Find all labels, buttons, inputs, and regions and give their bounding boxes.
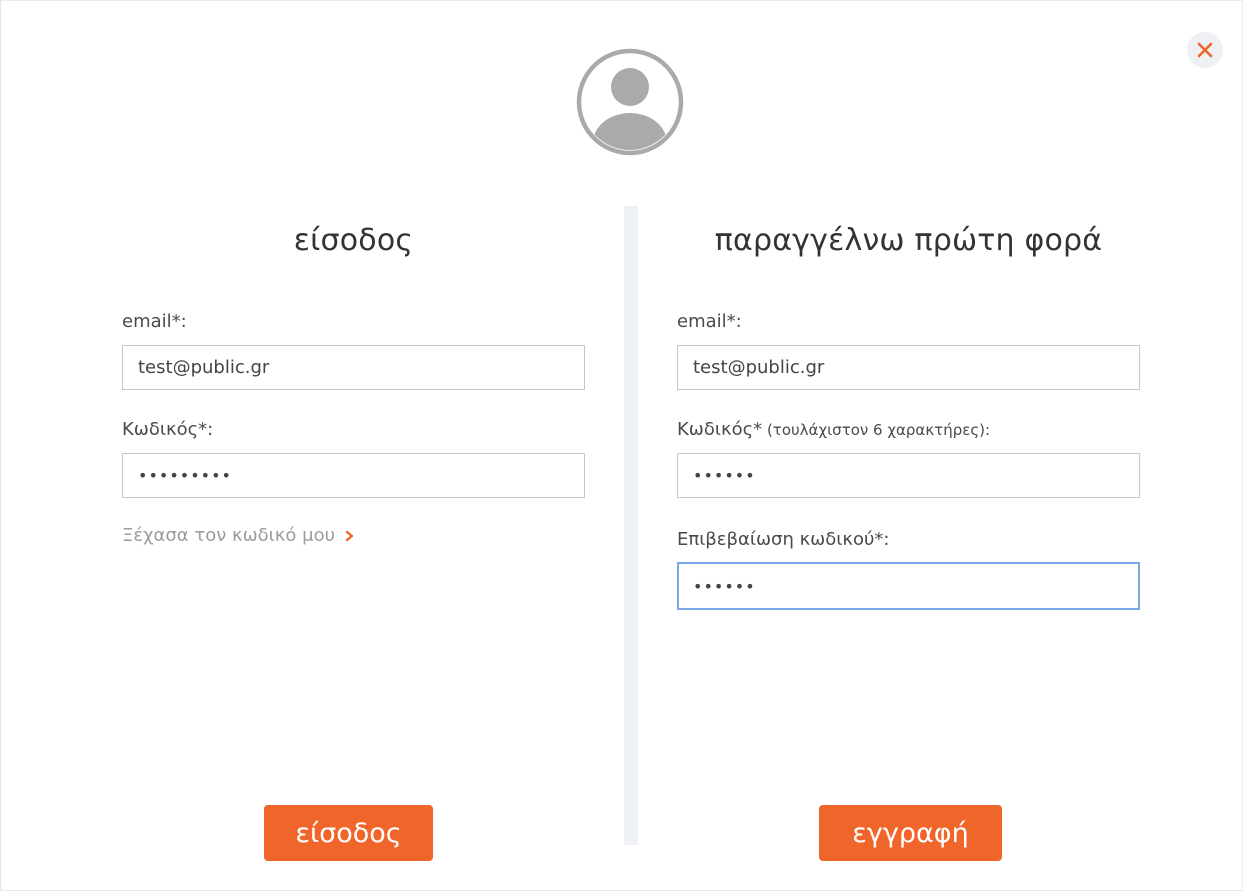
chevron-right-icon (345, 530, 354, 542)
register-password-input[interactable] (677, 453, 1140, 498)
register-confirm-label: Επιβεβαίωση κωδικού*: (677, 529, 890, 550)
forgot-password-label: Ξέχασα τον κωδικό μου (122, 525, 335, 546)
register-password-label: Κωδικός* (τουλάχιστον 6 χαρακτήρες): (677, 419, 990, 440)
register-confirm-input[interactable] (677, 562, 1140, 610)
close-icon (1197, 42, 1213, 58)
register-password-hint: (τουλάχιστον 6 χαρακτήρες): (762, 421, 991, 439)
column-divider (624, 206, 638, 845)
login-submit-button[interactable]: είσοδος (264, 805, 433, 861)
register-email-input[interactable] (677, 345, 1140, 390)
login-password-label: Κωδικός*: (122, 419, 214, 440)
login-password-input[interactable] (122, 453, 585, 498)
register-title: παραγγέλνω πρώτη φορά (714, 223, 1103, 258)
register-email-label: email*: (677, 311, 742, 332)
auth-modal: είσοδος email*: Κωδικός*: Ξέχασα τον κωδ… (0, 0, 1243, 891)
login-title: είσοδος (293, 223, 414, 258)
register-password-label-text: Κωδικός* (677, 419, 763, 440)
login-email-label: email*: (122, 311, 187, 332)
close-button[interactable] (1187, 32, 1223, 68)
login-email-input[interactable] (122, 345, 585, 390)
register-submit-button[interactable]: εγγραφή (819, 805, 1002, 861)
user-avatar-icon (576, 48, 684, 156)
forgot-password-link[interactable]: Ξέχασα τον κωδικό μου (122, 525, 354, 546)
